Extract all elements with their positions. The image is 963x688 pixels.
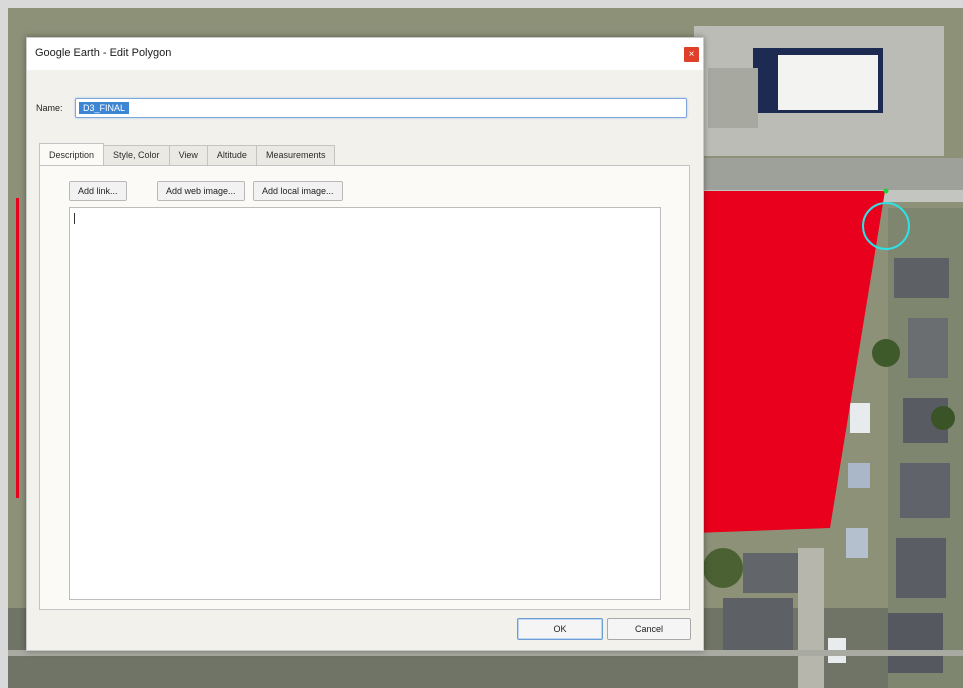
text-caret (74, 213, 75, 224)
cancel-button[interactable]: Cancel (607, 618, 691, 640)
add-web-image-button[interactable]: Add web image... (157, 181, 245, 201)
screen-frame: Google Earth - Edit Polygon × Name: D3_F… (8, 8, 963, 688)
polygon-vertex (883, 188, 889, 194)
tab-view[interactable]: View (168, 145, 208, 165)
dialog-title: Google Earth - Edit Polygon (35, 47, 172, 59)
edit-polygon-dialog: Google Earth - Edit Polygon × Name: D3_F… (26, 37, 704, 651)
tab-strip: Description Style, Color View Altitude M… (39, 143, 336, 165)
tab-measurements[interactable]: Measurements (255, 145, 336, 165)
close-icon: × (688, 49, 695, 60)
add-link-button[interactable]: Add link... (69, 181, 127, 201)
tab-description[interactable]: Description (39, 143, 105, 165)
close-button[interactable]: × (684, 47, 699, 62)
name-value-selected: D3_FINAL (79, 102, 130, 114)
name-input[interactable]: D3_FINAL (75, 98, 687, 118)
ok-button[interactable]: OK (517, 618, 603, 640)
add-local-image-button[interactable]: Add local image... (253, 181, 343, 201)
description-panel: Add link... Add web image... Add local i… (39, 165, 690, 610)
name-label: Name: (36, 103, 63, 113)
description-textarea[interactable] (69, 207, 661, 600)
dialog-titlebar[interactable]: Google Earth - Edit Polygon × (27, 38, 703, 70)
tab-altitude[interactable]: Altitude (206, 145, 257, 165)
tab-style-color[interactable]: Style, Color (103, 145, 170, 165)
